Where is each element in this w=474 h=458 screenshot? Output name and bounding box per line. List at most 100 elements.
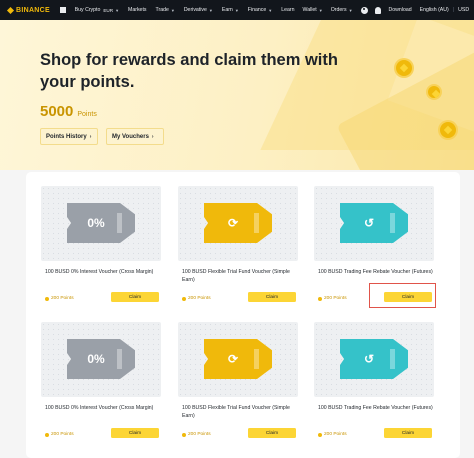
- points-label: Points: [77, 111, 97, 118]
- voucher-title: 100 BUSD Flexible Trial Fund Voucher (Si…: [182, 269, 290, 283]
- voucher-points-label: 200 Points: [51, 296, 74, 301]
- ticket-stub: [390, 349, 395, 369]
- chevron-right-icon: ›: [151, 133, 154, 140]
- coin-icon: [440, 122, 456, 138]
- voucher-card[interactable]: ↺ 100 BUSD Trading Fee Rebate Voucher (Fu…: [314, 322, 440, 447]
- chevron-down-icon: ▼: [348, 7, 353, 13]
- rebate-ticket-icon: ↺: [340, 339, 408, 379]
- nav-derivative[interactable]: Derivative ▼: [184, 7, 213, 13]
- nav-orders-label: Orders: [330, 7, 347, 13]
- nav-download[interactable]: Download: [389, 7, 412, 13]
- ticket-glyph: ↺: [363, 216, 375, 230]
- voucher-points-label: 200 Points: [324, 432, 347, 437]
- claim-button[interactable]: Claim: [248, 292, 296, 302]
- binance-logo[interactable]: BINANCE: [6, 6, 50, 14]
- nav-derivative-label: Derivative: [183, 7, 207, 13]
- page-title: Shop for rewards and claim them with you…: [40, 51, 338, 91]
- language-selector[interactable]: English (AU): [420, 7, 449, 13]
- refresh-ticket-icon: ⟳: [204, 339, 272, 379]
- ticket-glyph: ⟳: [227, 216, 239, 230]
- my-vouchers-button[interactable]: My Vouchers ›: [106, 128, 164, 145]
- percent-ticket-icon: 0%: [67, 339, 135, 379]
- currency-selector[interactable]: USD: [458, 7, 469, 13]
- refresh-ticket-icon: ⟳: [204, 203, 272, 243]
- ticket-stub: [390, 213, 395, 233]
- nav-buy-crypto-label: Buy Crypto: [74, 7, 101, 13]
- voucher-card[interactable]: 0% 100 BUSD 0% Interest Voucher (Cross Ma…: [41, 186, 167, 311]
- voucher-points-label: 200 Points: [324, 296, 347, 301]
- points-value: 5000: [40, 103, 74, 120]
- binance-logo-icon: [6, 6, 14, 14]
- chevron-down-icon: ▼: [208, 7, 213, 13]
- points-coin-icon: [318, 432, 322, 437]
- voucher-points: 200 Points: [182, 296, 211, 301]
- points-coin-icon: [318, 296, 322, 301]
- coin-icon: [428, 86, 440, 98]
- voucher-points: 200 Points: [45, 432, 74, 437]
- bell-icon[interactable]: [374, 6, 381, 14]
- voucher-image: ↺: [314, 322, 434, 397]
- voucher-card[interactable]: 0% 100 BUSD 0% Interest Voucher (Cross Ma…: [41, 322, 167, 447]
- nav-earn[interactable]: Earn ▼: [222, 7, 239, 13]
- top-nav: BINANCE Buy Crypto EUR ▼ Markets Trade ▼…: [0, 0, 474, 20]
- divider: |: [452, 7, 455, 13]
- apps-grid-icon[interactable]: [60, 7, 66, 13]
- voucher-image: ⟳: [178, 322, 298, 397]
- ticket-glyph: ↺: [363, 352, 375, 366]
- nav-wallet[interactable]: Wallet ▼: [303, 7, 323, 13]
- voucher-card[interactable]: ⟳ 100 BUSD Flexible Trial Fund Voucher (S…: [178, 186, 304, 311]
- claim-button[interactable]: Claim: [248, 428, 296, 438]
- user-icon[interactable]: [360, 6, 368, 14]
- claim-highlight-box: [369, 283, 436, 308]
- claim-button[interactable]: Claim: [384, 428, 432, 438]
- points-coin-icon: [45, 432, 49, 437]
- ticket-glyph: ⟳: [227, 352, 239, 366]
- language-label: English (AU): [419, 7, 449, 13]
- voucher-points-label: 200 Points: [188, 432, 211, 437]
- nav-finance[interactable]: Finance ▼: [248, 7, 272, 13]
- nav-learn[interactable]: Learn: [281, 7, 294, 13]
- ticket-glyph: 0%: [87, 216, 105, 230]
- currency-label: USD: [458, 7, 470, 13]
- claim-button[interactable]: Claim: [111, 292, 159, 302]
- percent-ticket-icon: 0%: [67, 203, 135, 243]
- points-coin-icon: [182, 432, 186, 437]
- chevron-right-icon: ›: [89, 133, 92, 140]
- points-history-button[interactable]: Points History ›: [40, 128, 98, 145]
- nav-wallet-label: Wallet: [302, 7, 317, 13]
- voucher-title: 100 BUSD Trading Fee Rebate Voucher (Fut…: [318, 405, 433, 411]
- nav-earn-label: Earn: [221, 7, 233, 13]
- voucher-title: 100 BUSD Trading Fee Rebate Voucher (Fut…: [318, 269, 433, 275]
- nav-buy-crypto[interactable]: Buy Crypto EUR ▼: [75, 7, 119, 13]
- voucher-title: 100 BUSD 0% Interest Voucher (Cross Marg…: [45, 405, 154, 411]
- voucher-card[interactable]: ⟳ 100 BUSD Flexible Trial Fund Voucher (S…: [178, 322, 304, 447]
- claim-button[interactable]: Claim: [111, 428, 159, 438]
- coin-icon: [396, 60, 412, 76]
- nav-download-label: Download: [388, 7, 412, 13]
- nav-markets[interactable]: Markets: [128, 7, 146, 13]
- currency-badge: EUR: [103, 7, 114, 13]
- nav-markets-label: Markets: [128, 7, 147, 13]
- voucher-image: ↺: [314, 186, 434, 261]
- voucher-points-label: 200 Points: [188, 296, 211, 301]
- voucher-points: 200 Points: [182, 432, 211, 437]
- points-balance: 5000 Points: [40, 103, 97, 120]
- points-history-label: Points History: [46, 133, 87, 140]
- chevron-down-icon: ▼: [234, 7, 239, 13]
- voucher-points: 200 Points: [45, 296, 74, 301]
- voucher-image: 0%: [41, 186, 161, 261]
- voucher-title: 100 BUSD 0% Interest Voucher (Cross Marg…: [45, 269, 154, 275]
- nav-trade[interactable]: Trade ▼: [155, 7, 174, 13]
- voucher-image: 0%: [41, 322, 161, 397]
- chevron-down-icon: ▼: [170, 7, 175, 13]
- voucher-points: 200 Points: [318, 296, 347, 301]
- points-coin-icon: [45, 296, 49, 301]
- chevron-down-icon: ▼: [268, 7, 273, 13]
- ticket-stub: [254, 349, 259, 369]
- chevron-down-icon: ▼: [115, 7, 120, 13]
- nav-orders[interactable]: Orders ▼: [331, 7, 353, 13]
- nav-finance-label: Finance: [247, 7, 267, 13]
- ticket-stub: [117, 349, 122, 369]
- ticket-glyph: 0%: [87, 352, 105, 366]
- voucher-points-label: 200 Points: [51, 432, 74, 437]
